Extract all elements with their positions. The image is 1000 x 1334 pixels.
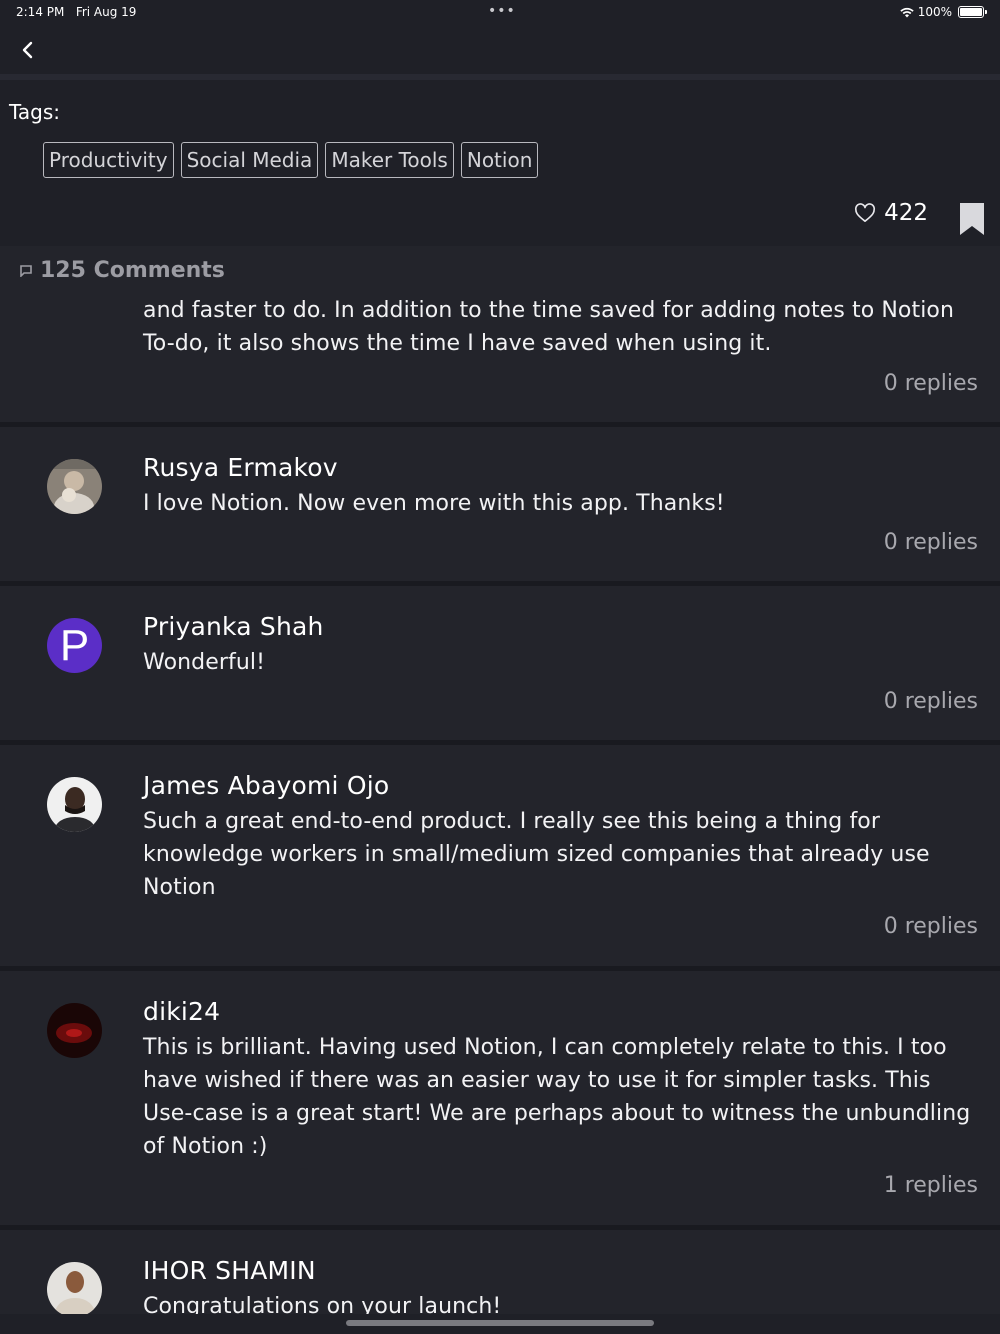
battery-icon (958, 6, 987, 18)
status-bar: 2:14 PM Fri Aug 19 ••• 100% (0, 0, 1000, 28)
replies-link[interactable]: 0 replies (884, 371, 978, 396)
avatar[interactable] (47, 1003, 102, 1058)
avatar[interactable]: P (47, 618, 102, 673)
multitasking-dots-icon[interactable]: ••• (488, 3, 516, 19)
home-indicator[interactable] (346, 1320, 654, 1326)
battery-percentage: 100% (917, 5, 952, 19)
wifi-icon (899, 7, 914, 17)
tags-label: Tags: (9, 100, 61, 124)
like-button[interactable]: 422 (854, 200, 928, 226)
status-indicators: 100% (899, 5, 987, 19)
replies-link[interactable]: 1 replies (884, 1173, 978, 1198)
replies-link[interactable]: 0 replies (884, 914, 978, 939)
comment-text: Such a great end-to-end product. I reall… (143, 809, 930, 900)
heart-icon (855, 203, 876, 222)
avatar-letter: P (59, 621, 90, 670)
comment-text: This is brilliant. Having used Notion, I… (143, 1035, 971, 1159)
avatar-photo-icon (47, 777, 102, 832)
status-time: 2:14 PM Fri Aug 19 (16, 5, 136, 19)
comment-author[interactable]: Rusya Ermakov (143, 453, 338, 482)
tag-maker-tools[interactable]: Maker Tools (325, 142, 454, 178)
comment-text: I love Notion. Now even more with this a… (143, 491, 725, 516)
avatar[interactable] (47, 777, 102, 832)
comment-author[interactable]: IHOR SHAMIN (143, 1256, 316, 1285)
comment-item: diki24 This is brilliant. Having used No… (0, 971, 1000, 1225)
tag-productivity[interactable]: Productivity (43, 142, 174, 178)
status-date-text: Fri Aug 19 (75, 5, 137, 19)
navigation-bar (0, 28, 1000, 74)
comment-author[interactable]: James Abayomi Ojo (143, 771, 389, 800)
back-chevron-icon[interactable] (16, 38, 40, 62)
comment-text: Wonderful! (143, 650, 266, 675)
comment-item: and faster to do. In addition to the tim… (0, 246, 1000, 426)
bookmark-icon[interactable] (959, 202, 985, 236)
avatar[interactable] (47, 1262, 102, 1317)
replies-link[interactable]: 0 replies (884, 689, 978, 714)
comment-item: P Priyanka Shah Wonderful! 0 replies (0, 586, 1000, 740)
tags-section: Tags: Productivity Social Media Maker To… (0, 80, 1000, 246)
status-time-text: 2:14 PM (16, 5, 65, 19)
comment-text: and faster to do. In addition to the tim… (143, 298, 955, 356)
comments-section: 125 Comments and faster to do. In additi… (0, 246, 1000, 1334)
replies-link[interactable]: 0 replies (884, 530, 978, 555)
avatar-photo-icon (47, 459, 102, 514)
avatar-photo-icon (47, 1003, 102, 1058)
comment-item: Rusya Ermakov I love Notion. Now even mo… (0, 427, 1000, 581)
avatar-photo-icon (47, 1262, 102, 1317)
comment-item: James Abayomi Ojo Such a great end-to-en… (0, 745, 1000, 966)
tag-notion[interactable]: Notion (460, 142, 539, 178)
tag-social-media[interactable]: Social Media (180, 142, 319, 178)
comment-author[interactable]: diki24 (143, 997, 220, 1026)
like-count: 422 (884, 200, 928, 226)
avatar[interactable] (47, 459, 102, 514)
tags-list: Productivity Social Media Maker Tools No… (43, 142, 539, 178)
comment-author[interactable]: Priyanka Shah (143, 612, 324, 641)
